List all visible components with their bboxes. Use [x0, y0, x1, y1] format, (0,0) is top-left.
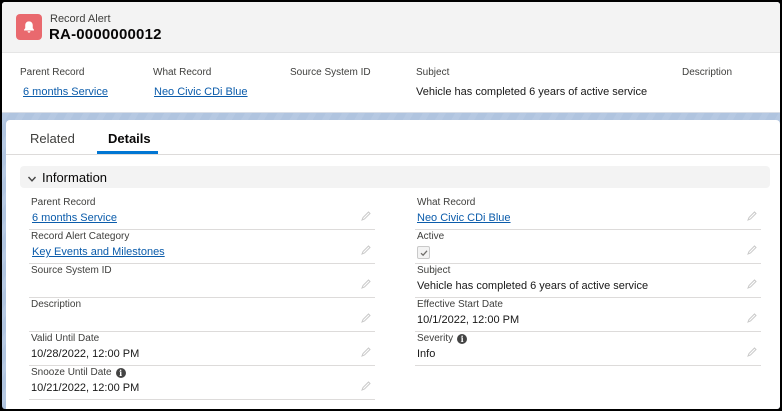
field-subject: Subject Vehicle has completed 6 years of… [415, 264, 761, 298]
tab-related[interactable]: Related [30, 131, 75, 146]
header-field-source-system-id: Source System ID [290, 67, 371, 86]
tab-bar: Related Details [6, 120, 780, 155]
record-header: Record Alert RA-0000000012 Parent Record… [2, 2, 780, 113]
field-label: Severity [417, 333, 454, 344]
field-value: 10/21/2022, 12:00 PM [31, 382, 140, 394]
header-field-subject: Subject Vehicle has completed 6 years of… [416, 67, 647, 98]
field-label: Parent Record [31, 197, 96, 208]
field-value: Vehicle has completed 6 years of active … [417, 280, 649, 292]
what-record-link[interactable]: Neo Civic CDi Blue [417, 212, 511, 224]
object-type-label: Record Alert [50, 13, 111, 25]
field-active: Active [415, 230, 761, 264]
pencil-icon[interactable] [361, 211, 371, 221]
field-label: Active [417, 231, 445, 242]
pencil-icon[interactable] [747, 211, 757, 221]
info-icon[interactable]: i [457, 333, 468, 344]
what-record-link[interactable]: Neo Civic CDi Blue [154, 86, 248, 98]
field-label: What Record [417, 197, 476, 208]
field-label-wrap: Severity i [417, 333, 468, 344]
field-value: 10/1/2022, 12:00 PM [417, 314, 520, 326]
field-value: Info [417, 348, 436, 360]
info-icon[interactable]: i [115, 367, 126, 378]
header-field-label: What Record [153, 67, 212, 78]
pencil-icon[interactable] [361, 279, 371, 289]
pencil-icon[interactable] [747, 245, 757, 255]
field-label: Description [31, 299, 82, 310]
pencil-icon[interactable] [361, 381, 371, 391]
field-valid-until-date: Valid Until Date 10/28/2022, 12:00 PM [29, 332, 375, 366]
pencil-icon[interactable] [361, 245, 371, 255]
field-value: 10/28/2022, 12:00 PM [31, 348, 140, 360]
header-field-label: Subject [416, 67, 450, 78]
header-field-description: Description [682, 67, 732, 86]
field-snooze-until-date: Snooze Until Date i 10/21/2022, 12:00 PM [29, 366, 375, 400]
field-label: Valid Until Date [31, 333, 100, 344]
field-description: Description [29, 298, 375, 332]
field-label: Effective Start Date [417, 299, 503, 310]
field-severity: Severity i Info [415, 332, 761, 366]
active-tab-indicator [97, 151, 158, 154]
pencil-icon[interactable] [361, 313, 371, 323]
field-record-alert-category: Record Alert Category Key Events and Mil… [29, 230, 375, 264]
field-what-record: What Record Neo Civic CDi Blue [415, 196, 761, 230]
header-field-parent-record: Parent Record 6 months Service [20, 67, 108, 98]
pencil-icon[interactable] [747, 313, 757, 323]
section-title: Information [42, 170, 108, 185]
pencil-icon[interactable] [361, 347, 371, 357]
record-alert-category-link[interactable]: Key Events and Milestones [32, 246, 165, 258]
chevron-down-icon [27, 171, 37, 189]
header-field-label: Description [682, 67, 733, 78]
app-frame: Record Alert RA-0000000012 Parent Record… [2, 2, 780, 409]
field-effective-start-date: Effective Start Date 10/1/2022, 12:00 PM [415, 298, 761, 332]
field-parent-record: Parent Record 6 months Service [29, 196, 375, 230]
active-checkbox [417, 246, 430, 259]
parent-record-link[interactable]: 6 months Service [32, 212, 117, 224]
field-label: Subject [417, 265, 451, 276]
header-field-value: Vehicle has completed 6 years of active … [416, 86, 648, 98]
field-label-wrap: Snooze Until Date i [31, 367, 126, 378]
header-title-bar: Record Alert RA-0000000012 [2, 2, 780, 53]
header-field-label: Source System ID [290, 67, 371, 78]
header-field-label: Parent Record [20, 67, 85, 78]
tab-details[interactable]: Details [108, 131, 151, 146]
pencil-icon[interactable] [747, 279, 757, 289]
information-section-header[interactable]: Information [20, 166, 770, 188]
field-label: Source System ID [31, 265, 112, 276]
field-label: Snooze Until Date [31, 367, 112, 378]
parent-record-link[interactable]: 6 months Service [23, 86, 108, 98]
pencil-icon[interactable] [747, 347, 757, 357]
record-title: RA-0000000012 [49, 26, 162, 43]
field-source-system-id: Source System ID [29, 264, 375, 298]
field-label: Record Alert Category [31, 231, 130, 242]
bell-icon [16, 14, 42, 40]
header-field-what-record: What Record Neo Civic CDi Blue [153, 67, 248, 98]
details-card: Related Details Information Parent Recor… [6, 120, 780, 409]
